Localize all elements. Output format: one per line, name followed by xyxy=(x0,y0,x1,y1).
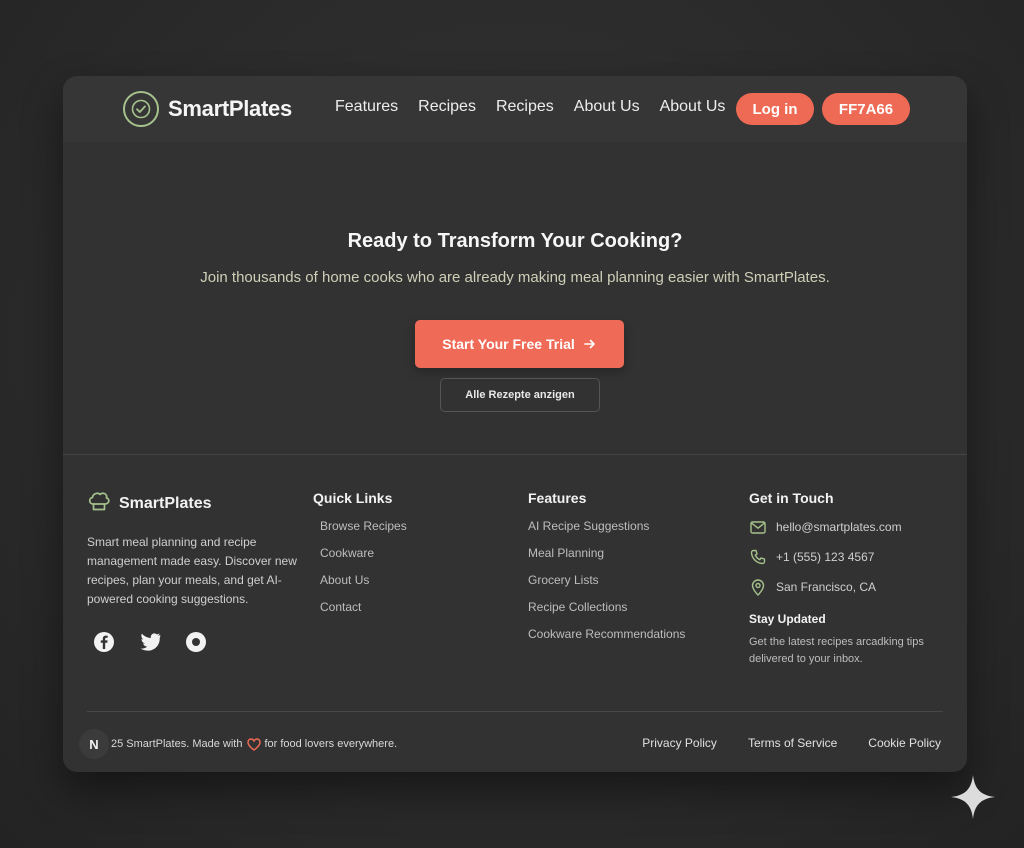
features-column: Features AI Recipe Suggestions Meal Plan… xyxy=(528,490,685,641)
footer-link-browse-recipes[interactable]: Browse Recipes xyxy=(313,519,407,533)
contact-phone-text: +1 (555) 123 4567 xyxy=(776,550,875,564)
nav-link-about[interactable]: About Us xyxy=(574,98,640,116)
section-divider xyxy=(63,454,967,455)
copyright: 25 SmartPlates. Made with for food lover… xyxy=(111,737,398,751)
contact-phone[interactable]: +1 (555) 123 4567 xyxy=(749,548,949,566)
contact-location-text: San Francisco, CA xyxy=(776,580,877,594)
nav-link-recipes[interactable]: Recipes xyxy=(418,98,476,116)
login-button[interactable]: Log in xyxy=(736,93,814,125)
hero-title: Ready to Transform Your Cooking? xyxy=(347,230,683,252)
features-title: Features xyxy=(528,490,587,506)
nav-links: Features Recipes Recipes About Us About … xyxy=(335,98,745,116)
view-all-recipes-button[interactable]: Alle Rezepte anzigen xyxy=(440,378,600,412)
privacy-policy-link[interactable]: Privacy Policy xyxy=(642,736,717,750)
hero-subtitle: Join thousands of home cooks who are alr… xyxy=(200,269,830,286)
copyright-text-end: for food lovers everywhere. xyxy=(264,738,398,750)
footer-link-ai-suggestions[interactable]: AI Recipe Suggestions xyxy=(528,519,685,533)
twitter-icon[interactable] xyxy=(139,631,161,653)
footer-brand-column: SmartPlates Smart meal planning and reci… xyxy=(87,490,297,653)
check-circle-icon xyxy=(123,91,159,127)
footer-link-recipe-collections[interactable]: Recipe Collections xyxy=(528,600,685,614)
brand-color-button[interactable]: FF7A66 xyxy=(822,93,910,125)
brand-name: SmartPlates xyxy=(168,96,292,121)
footer-description: Smart meal planning and recipe managemen… xyxy=(87,535,297,606)
navbar: SmartPlates Features Recipes Recipes Abo… xyxy=(63,76,967,142)
arrow-right-icon xyxy=(583,337,597,351)
quick-links-title: Quick Links xyxy=(313,490,393,506)
page-window: SmartPlates Features Recipes Recipes Abo… xyxy=(63,76,967,772)
nav-link-recipes-2[interactable]: Recipes xyxy=(496,98,554,116)
hero-section: Ready to Transform Your Cooking? Join th… xyxy=(63,142,967,454)
footer-link-cookware-recommendations[interactable]: Cookware Recommendations xyxy=(528,627,685,641)
footer-link-grocery-lists[interactable]: Grocery Lists xyxy=(528,573,685,587)
footer-link-about[interactable]: About Us xyxy=(313,573,407,587)
stay-updated-description: Get the latest recipes arcadking tips de… xyxy=(749,636,924,665)
legal-links: Privacy Policy Terms of Service Cookie P… xyxy=(611,736,941,750)
start-trial-label: Start Your Free Trial xyxy=(442,336,575,352)
footer-brand-name: SmartPlates xyxy=(119,494,212,512)
footer-brand[interactable]: SmartPlates xyxy=(87,490,297,517)
cookie-policy-link[interactable]: Cookie Policy xyxy=(868,736,941,750)
quick-links-column: Quick Links Browse Recipes Cookware Abou… xyxy=(313,490,407,614)
contact-location: San Francisco, CA xyxy=(749,578,949,596)
terms-of-service-link[interactable]: Terms of Service xyxy=(748,736,837,750)
start-trial-button[interactable]: Start Your Free Trial xyxy=(415,320,624,368)
map-pin-icon xyxy=(749,578,767,596)
brand-logo[interactable]: SmartPlates xyxy=(123,91,292,127)
footer-link-cookware[interactable]: Cookware xyxy=(313,546,407,560)
sparkle-icon xyxy=(950,774,996,820)
contact-title: Get in Touch xyxy=(749,490,834,506)
contact-email[interactable]: hello@smartplates.com xyxy=(749,518,949,536)
contact-email-text: hello@smartplates.com xyxy=(776,520,902,534)
footer-link-meal-planning[interactable]: Meal Planning xyxy=(528,546,685,560)
nav-link-features[interactable]: Features xyxy=(335,98,398,116)
facebook-icon[interactable] xyxy=(93,631,115,653)
stay-updated-title: Stay Updated xyxy=(749,612,826,626)
social-links xyxy=(87,631,297,653)
contact-column: Get in Touch hello@smartplates.com +1 (5… xyxy=(749,490,949,668)
chef-hat-icon xyxy=(87,490,111,517)
heart-icon xyxy=(247,737,262,751)
n-badge[interactable]: N xyxy=(79,729,109,759)
nav-link-about-2[interactable]: About Us xyxy=(660,98,726,116)
phone-icon xyxy=(749,548,767,566)
footer-divider xyxy=(87,711,943,712)
social-dot-icon[interactable] xyxy=(185,631,207,653)
footer-link-contact[interactable]: Contact xyxy=(313,600,407,614)
mail-icon xyxy=(749,518,767,536)
copyright-text-start: 25 SmartPlates. Made with xyxy=(111,738,243,750)
footer-bottom-bar: N 25 SmartPlates. Made with for food lov… xyxy=(79,728,949,760)
